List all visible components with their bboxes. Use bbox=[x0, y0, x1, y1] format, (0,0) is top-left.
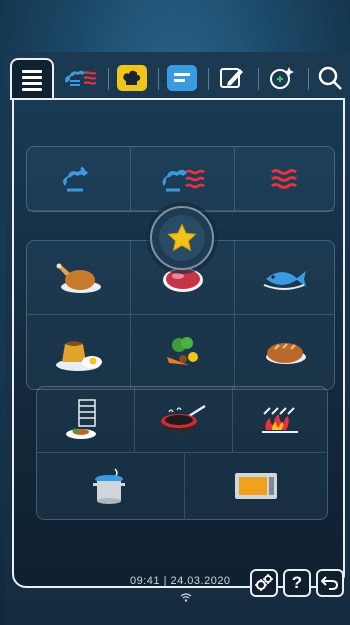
vegetables-icon bbox=[166, 337, 198, 365]
settings-button[interactable] bbox=[250, 569, 278, 597]
mode-steam[interactable] bbox=[27, 147, 131, 211]
back-arrow-icon bbox=[321, 576, 339, 590]
grill-icon bbox=[262, 406, 298, 433]
category-bakery[interactable] bbox=[235, 315, 334, 389]
method-finishing[interactable] bbox=[37, 387, 135, 453]
main-panel bbox=[12, 98, 345, 588]
category-side-dishes[interactable] bbox=[131, 315, 235, 389]
roast-chicken-icon bbox=[56, 263, 101, 293]
cooking-mode-group bbox=[26, 146, 335, 212]
frying-pan-icon bbox=[160, 404, 206, 433]
tab-edit[interactable] bbox=[214, 58, 250, 98]
chef-hat-icon bbox=[117, 65, 147, 91]
pencil-note-icon bbox=[220, 68, 243, 88]
steaming-pot-icon bbox=[92, 468, 125, 504]
favorites-button[interactable] bbox=[150, 206, 214, 270]
wifi-icon bbox=[180, 593, 192, 604]
holding-cabinet-icon bbox=[235, 473, 277, 499]
tab-programs[interactable] bbox=[164, 58, 200, 98]
steam-heat-icon bbox=[65, 70, 97, 86]
tab-bar bbox=[10, 58, 350, 102]
star-icon bbox=[167, 223, 197, 252]
back-button[interactable] bbox=[316, 569, 344, 597]
tab-humidity-heat[interactable] bbox=[60, 58, 100, 98]
help-button[interactable]: ? bbox=[283, 569, 311, 597]
sparkle-icon bbox=[270, 67, 294, 89]
category-fish[interactable] bbox=[235, 241, 334, 315]
status-datetime: 09:41 | 24.03.2020 bbox=[130, 575, 231, 587]
tab-assistant[interactable] bbox=[264, 58, 300, 98]
method-pan-frying[interactable] bbox=[135, 387, 233, 453]
mode-combi[interactable] bbox=[131, 147, 235, 211]
search-icon bbox=[318, 66, 342, 90]
pudding-egg-icon bbox=[55, 341, 102, 371]
method-boiling[interactable] bbox=[37, 453, 185, 519]
steam-cloud-icon bbox=[62, 166, 88, 191]
method-grilling[interactable] bbox=[233, 387, 327, 453]
method-holding[interactable] bbox=[185, 453, 327, 519]
list-icon bbox=[167, 65, 197, 91]
category-egg-dishes-desserts[interactable] bbox=[27, 315, 131, 389]
tab-search[interactable] bbox=[314, 58, 346, 98]
mode-dry-heat[interactable] bbox=[235, 147, 334, 211]
tab-menu[interactable] bbox=[10, 58, 54, 100]
cooking-method-group bbox=[36, 386, 328, 520]
bread-loaf-icon bbox=[265, 343, 306, 364]
settings-gears-icon bbox=[255, 574, 273, 591]
fish-icon bbox=[263, 270, 306, 290]
tab-cookbook[interactable] bbox=[114, 58, 150, 98]
category-poultry[interactable] bbox=[27, 241, 131, 315]
plate-rack-icon bbox=[65, 398, 96, 439]
hamburger-menu-icon bbox=[22, 67, 42, 94]
dry-heat-waves-icon bbox=[270, 168, 297, 189]
combi-steam-heat-icon bbox=[162, 169, 205, 191]
